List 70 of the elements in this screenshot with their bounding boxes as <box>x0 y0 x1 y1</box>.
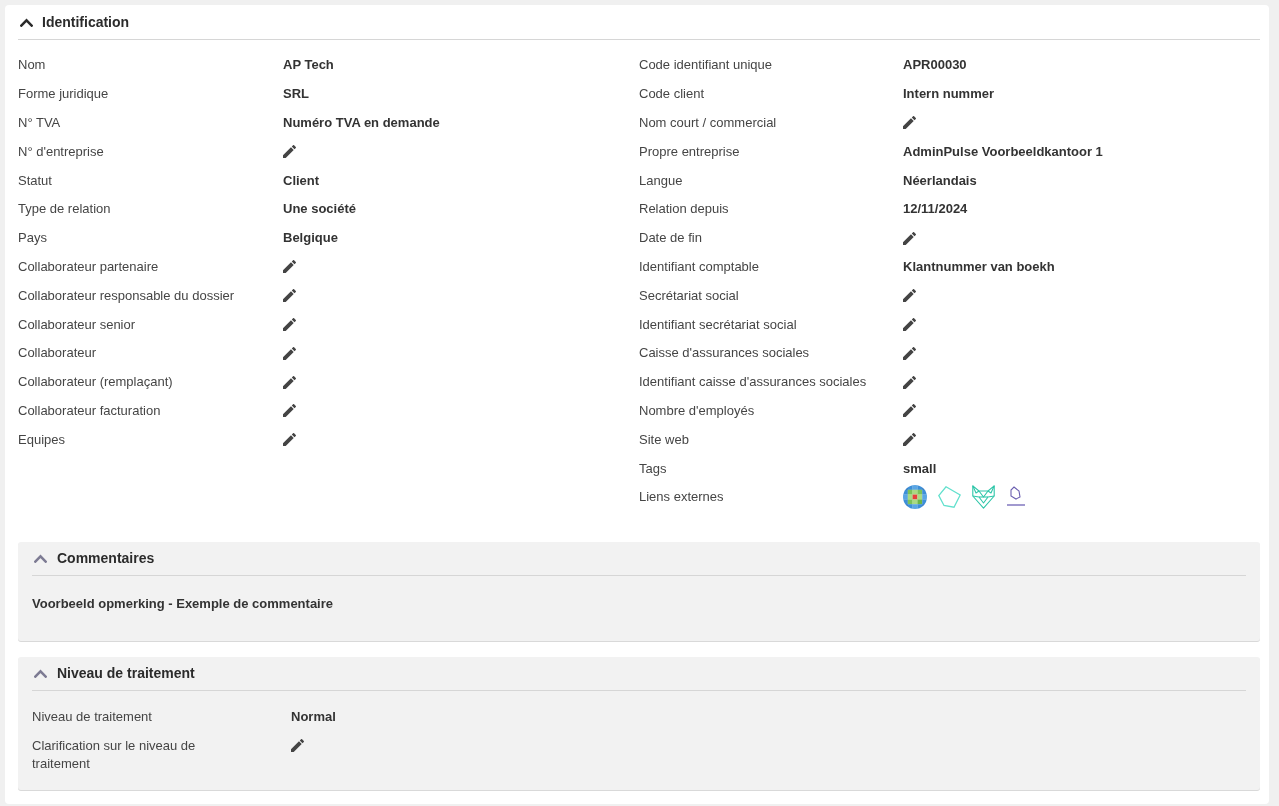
field-value: AP Tech <box>283 56 334 75</box>
field-label: Collaborateur (remplaçant) <box>18 373 174 392</box>
field-label: Nombre d'employés <box>639 401 756 420</box>
field-label: Propre entreprise <box>639 142 741 161</box>
field-label: Liens externes <box>639 488 725 507</box>
edit-icon[interactable] <box>283 404 296 418</box>
field-label: Identifiant comptable <box>639 257 760 276</box>
field-label: Tags <box>639 459 668 478</box>
edit-icon[interactable] <box>283 260 296 274</box>
edit-icon[interactable] <box>903 231 916 245</box>
field-label: Collaborateur facturation <box>18 401 162 420</box>
field-label: Identifiant caisse d'assurances sociales <box>639 373 868 392</box>
field-label: Nom <box>18 56 47 75</box>
comment-text: Voorbeeld opmerking - Exemple de commentaire <box>32 595 334 612</box>
edit-icon[interactable] <box>903 433 916 447</box>
edit-icon[interactable] <box>283 318 296 332</box>
field-label: Code identifiant unique <box>639 56 773 75</box>
field-value: Intern nummer <box>903 85 994 104</box>
field-label: N° d'entreprise <box>18 142 105 161</box>
field-label: Type de relation <box>18 200 112 219</box>
field-value: Normal <box>291 708 336 727</box>
field-label: Collaborateur senior <box>18 315 137 334</box>
checkered-circle-icon[interactable] <box>903 485 927 510</box>
field-label: Niveau de traitement <box>32 708 153 727</box>
field-label: Identifiant secrétariat social <box>639 315 798 334</box>
field-label: Statut <box>18 171 53 190</box>
edit-icon[interactable] <box>903 116 916 130</box>
field-value: Numéro TVA en demande <box>283 114 440 132</box>
edit-icon[interactable] <box>283 289 296 303</box>
edit-icon[interactable] <box>283 346 296 360</box>
field-value: Une société <box>283 200 356 219</box>
edit-icon[interactable] <box>903 318 916 332</box>
section-title: Niveau de traitement <box>57 665 195 682</box>
field-value: Klantnummer van boekh <box>903 257 1055 276</box>
field-label: Relation depuis <box>639 200 730 219</box>
section-title: Commentaires <box>57 550 155 567</box>
edit-icon[interactable] <box>283 375 296 389</box>
chevron-up-icon[interactable] <box>20 17 33 27</box>
edit-icon[interactable] <box>903 346 916 360</box>
field-label: Forme juridique <box>18 85 110 104</box>
edit-icon[interactable] <box>283 433 296 447</box>
field-label: Collaborateur responsable du dossier <box>18 286 236 305</box>
field-value: AdminPulse Voorbeeldkantoor 1 <box>903 142 1103 161</box>
field-label: Langue <box>639 171 684 190</box>
field-value: small <box>903 459 937 478</box>
field-label: Code client <box>639 85 706 104</box>
edit-icon[interactable] <box>283 145 296 159</box>
field-value: Belgique <box>283 229 338 248</box>
section-title: Identification <box>42 14 130 30</box>
field-label: Secrétariat social <box>639 286 740 305</box>
field-label: Collaborateur partenaire <box>18 257 160 276</box>
field-label: N° TVA <box>18 114 62 132</box>
field-value: APR00030 <box>903 56 967 75</box>
edit-icon[interactable] <box>903 289 916 303</box>
field-label: Equipes <box>18 430 66 449</box>
edit-icon[interactable] <box>291 739 304 753</box>
field-label: Pays <box>18 229 48 248</box>
field-value: 12/11/2024 <box>903 200 968 219</box>
field-label: Site web <box>639 430 690 449</box>
field-label: Date de fin <box>639 229 703 248</box>
edit-icon[interactable] <box>903 375 916 389</box>
field-label: Nom court / commercial <box>639 114 778 132</box>
polygon-logo-icon[interactable] <box>1006 486 1026 509</box>
edit-icon[interactable] <box>903 404 916 418</box>
field-label: Caisse d'assurances sociales <box>639 344 811 363</box>
field-label: Collaborateur <box>18 344 98 363</box>
field-label: Clarification sur le niveau de traitement <box>32 736 197 773</box>
field-value: Néerlandais <box>903 171 977 190</box>
field-value: Client <box>283 171 320 190</box>
field-value: SRL <box>283 85 309 104</box>
